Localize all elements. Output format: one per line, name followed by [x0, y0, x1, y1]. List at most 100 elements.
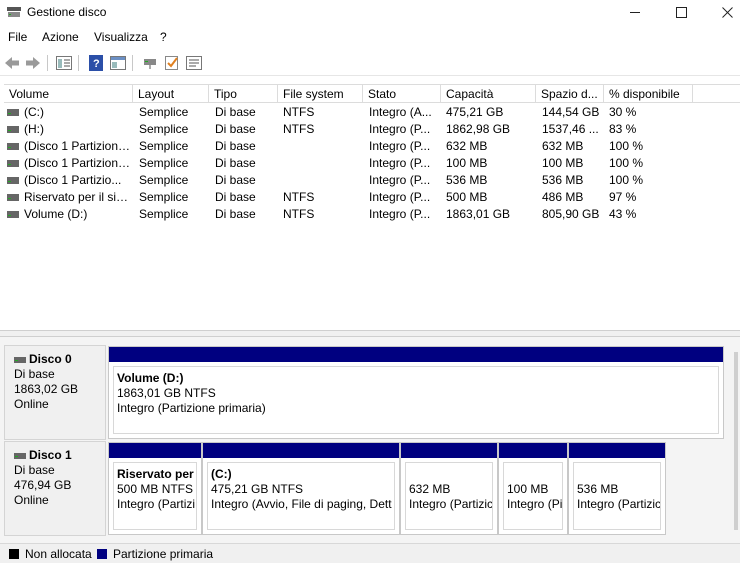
cell-capacita: 632 MB — [446, 139, 488, 153]
partition-536mb[interactable]: 536 MB Integro (Partizic — [568, 442, 666, 535]
close-icon — [721, 6, 733, 18]
back-icon — [5, 57, 19, 69]
volume-row[interactable]: Riservato per il sist... Semplice Di base N… — [4, 189, 740, 206]
pane-splitter[interactable] — [0, 330, 740, 337]
back-button[interactable] — [3, 54, 21, 72]
close-button[interactable] — [704, 0, 740, 24]
cell-percent: 30 % — [609, 105, 637, 119]
column-header-volume[interactable]: Volume — [4, 85, 133, 103]
primary-partition-bar — [203, 443, 399, 458]
cell-file-system: NTFS — [283, 122, 315, 136]
settings-button[interactable] — [185, 54, 203, 72]
toolbar-separator — [47, 55, 48, 71]
svg-text:?: ? — [93, 58, 100, 70]
legend-swatch-primary — [97, 549, 107, 559]
menu-azione[interactable]: Azione — [42, 30, 79, 44]
forward-button[interactable] — [24, 54, 42, 72]
cell-volume: (C:) — [24, 105, 44, 119]
minimize-button[interactable] — [612, 0, 658, 24]
partition-632mb[interactable]: 632 MB Integro (Partizic — [400, 442, 498, 535]
menu-bar: File Azione Visualizza ? — [0, 27, 740, 47]
help-button[interactable]: ? — [87, 54, 105, 72]
cell-stato: Integro (P... — [369, 156, 431, 170]
legend-swatch-unallocated — [9, 549, 19, 559]
cell-file-system: NTFS — [283, 190, 315, 204]
volume-row[interactable]: Volume (D:) Semplice Di base NTFS Integro (P… — [4, 206, 740, 223]
cell-layout: Semplice — [139, 122, 189, 136]
column-header-layout[interactable]: Layout — [133, 85, 209, 103]
partition-size: 100 MB — [507, 482, 549, 496]
volume-drive-icon — [7, 211, 19, 218]
partition-status: Integro (Partizic — [409, 497, 493, 511]
cell-stato: Integro (P... — [369, 139, 431, 153]
column-header-percent[interactable]: % disponibile — [604, 85, 693, 103]
cell-spazio: 100 MB — [542, 156, 584, 170]
cell-tipo: Di base — [215, 173, 256, 187]
disk-0-size: 1863,02 GB — [14, 382, 79, 396]
cell-percent: 100 % — [609, 156, 644, 170]
toggle-pane-button[interactable] — [109, 54, 127, 72]
cell-layout: Semplice — [139, 190, 189, 204]
column-header-spazio[interactable]: Spazio d... — [536, 85, 604, 103]
primary-partition-bar — [109, 347, 723, 362]
cell-capacita: 1863,01 GB — [446, 207, 511, 221]
column-header-stato[interactable]: Stato — [363, 85, 441, 103]
cell-tipo: Di base — [215, 122, 256, 136]
cell-capacita: 500 MB — [446, 190, 488, 204]
volume-drive-icon — [7, 143, 19, 150]
volume-row[interactable]: (Disco 1 Partizione... Semplice Di base Int… — [4, 155, 740, 172]
partition-info: 632 MB Integro (Partizic — [405, 462, 493, 530]
toolbar-separator — [132, 55, 133, 71]
cell-tipo: Di base — [215, 139, 256, 153]
partition-c[interactable]: (C:) 475,21 GB NTFS Integro (Avvio, File… — [202, 442, 400, 535]
connect-button[interactable] — [141, 54, 159, 72]
disk-1-type: Di base — [14, 463, 55, 477]
partition-size: 632 MB — [409, 482, 451, 496]
primary-partition-bar — [569, 443, 665, 458]
volume-row[interactable]: (Disco 1 Partizione... Semplice Di base Int… — [4, 138, 740, 155]
cell-percent: 43 % — [609, 207, 637, 221]
legend: Non allocata Partizione primaria — [0, 543, 740, 563]
column-header-file-system[interactable]: File system — [278, 85, 363, 103]
disk-0-label[interactable]: Disco 0 Di base 1863,02 GB Online — [4, 345, 106, 440]
disk-drive-icon — [14, 452, 26, 459]
volume-row[interactable]: (C:) Semplice Di base NTFS Integro (A... 475,… — [4, 104, 740, 121]
partition-info: (C:) 475,21 GB NTFS Integro (Avvio, File… — [207, 462, 395, 530]
primary-partition-bar — [499, 443, 567, 458]
menu-help[interactable]: ? — [160, 30, 167, 44]
toolbar-separator — [78, 55, 79, 71]
cell-capacita: 100 MB — [446, 156, 488, 170]
cell-file-system — [283, 172, 363, 189]
cell-volume: Riservato per il sist... — [24, 190, 132, 204]
cell-layout: Semplice — [139, 105, 189, 119]
partition-100mb[interactable]: 100 MB Integro (Pi — [498, 442, 568, 535]
partition-title — [409, 467, 489, 482]
properties-icon — [56, 56, 72, 70]
partition-volume-d[interactable]: Volume (D:) 1863,01 GB NTFS Integro (Par… — [108, 346, 724, 439]
toolbar: ? — [0, 50, 740, 76]
disk-1-size: 476,94 GB — [14, 478, 72, 492]
vertical-scrollbar[interactable] — [734, 352, 738, 530]
connect-icon — [144, 59, 156, 69]
cell-tipo: Di base — [215, 190, 256, 204]
properties-button[interactable] — [55, 54, 73, 72]
volume-row[interactable]: (H:) Semplice Di base NTFS Integro (P... 1862… — [4, 121, 740, 138]
volume-row[interactable]: (Disco 1 Partizio... Semplice Di base Integ… — [4, 172, 740, 189]
column-header-capacita[interactable]: Capacità — [441, 85, 536, 103]
cell-tipo: Di base — [215, 207, 256, 221]
partition-size: 500 MB NTFS — [117, 482, 194, 496]
partition-riservato[interactable]: Riservato per 500 MB NTFS Integro (Parti… — [108, 442, 202, 535]
menu-visualizza[interactable]: Visualizza — [94, 30, 148, 44]
disk-1-label[interactable]: Disco 1 Di base 476,94 GB Online — [4, 441, 106, 536]
volume-drive-icon — [7, 194, 19, 201]
partition-title: Volume (D:) — [117, 371, 184, 385]
check-button[interactable] — [163, 54, 181, 72]
maximize-button[interactable] — [658, 0, 704, 24]
window-title: Gestione disco — [27, 5, 107, 19]
menu-file[interactable]: File — [8, 30, 27, 44]
partition-status: Integro (Partizic — [577, 497, 661, 511]
primary-partition-bar — [109, 443, 201, 458]
cell-spazio: 536 MB — [542, 173, 584, 187]
column-header-tipo[interactable]: Tipo — [209, 85, 278, 103]
cell-stato: Integro (P... — [369, 207, 431, 221]
